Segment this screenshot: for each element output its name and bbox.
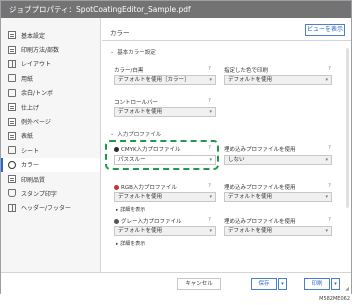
sidebar-item-color[interactable]: カラー <box>1 157 100 173</box>
help-icon[interactable]: ? <box>328 183 331 189</box>
help-icon[interactable]: ? <box>328 145 331 151</box>
resize-grip-icon[interactable]: ◢ <box>345 286 349 292</box>
gray-profile-label: グレー入力プロファイル <box>114 217 182 225</box>
chevron-down-icon: ▾ <box>209 194 212 200</box>
sidebar-item-label: 印刷方法/部数 <box>21 47 60 55</box>
help-icon[interactable]: ? <box>208 217 211 223</box>
rgb-profile-label: RGB入力プロファイル <box>114 183 177 191</box>
sidebar-item-print-quality[interactable]: 印刷品質 <box>1 172 100 186</box>
sidebar-item-label: 用紙 <box>21 75 34 83</box>
gray-embedded-label: 埋め込みプロファイルを使用 <box>224 219 296 225</box>
help-icon[interactable]: ? <box>208 98 211 104</box>
print-quality-icon <box>8 175 16 184</box>
input-profile-section-title[interactable]: ⌄ 入力プロファイル <box>110 130 161 138</box>
sidebar-item-label: レイアウト <box>21 61 52 69</box>
sidebar-item-finishing[interactable]: 仕上げ <box>1 100 100 114</box>
gray-profile-select[interactable]: デフォルトを使用 ▾ <box>114 226 216 236</box>
specified-color-label: 指定した色で印刷 <box>224 68 269 74</box>
exception-page-icon <box>8 117 16 126</box>
sidebar-item-label: 余白/トンボ <box>21 90 54 98</box>
triangle-right-icon: ▸ <box>116 242 119 247</box>
page-title: カラー <box>110 29 130 37</box>
help-icon[interactable]: ? <box>208 66 211 72</box>
finishing-icon <box>8 103 16 112</box>
preview-button[interactable]: ビューを表示 <box>305 24 345 36</box>
sidebar-item-label: ヘッダー/フッター <box>21 205 72 213</box>
sidebar-item-label: 仕上げ <box>21 104 40 112</box>
sidebar-item-stamp[interactable]: スタンプ印字 <box>1 186 100 200</box>
chevron-down-icon: ⌄ <box>110 49 115 55</box>
chevron-down-icon: ▾ <box>209 228 212 234</box>
triangle-right-icon: ▸ <box>116 208 119 213</box>
chevron-down-icon: ▾ <box>325 77 328 83</box>
sidebar-item-sheet[interactable]: シート <box>1 143 100 157</box>
sidebar-item-basic[interactable]: 基本設定 <box>1 28 100 42</box>
main-panel: カラー ビューを表示 ⌄ 基本カラー設定 カラー/白黒 ? デフォルトを使用［カ… <box>102 18 351 272</box>
sidebar-item-label: カラー <box>21 162 40 170</box>
stamp-icon <box>8 189 16 198</box>
sidebar-item-label: 表紙 <box>21 133 34 141</box>
dialog-footer: キャンセル 保存 ▾ 印刷 ▾ ◢ <box>1 272 351 294</box>
chevron-down-icon: ▾ <box>325 157 328 163</box>
sidebar-item-label: スタンプ印字 <box>21 190 57 198</box>
chevron-down-icon: ⌄ <box>110 131 115 137</box>
highlight-frame <box>105 140 219 170</box>
sidebar-item-header-footer[interactable]: ヘッダー/フッター <box>1 201 100 215</box>
sidebar: 基本設定 印刷方法/部数 レイアウト 用紙 余白/トンボ 仕上げ 例外ページ 表… <box>1 18 101 272</box>
print-options-dropdown[interactable]: ▾ <box>331 278 340 290</box>
contrast-label: コントロールバー <box>114 100 159 106</box>
sidebar-item-label: 基本設定 <box>21 32 46 40</box>
paper-icon <box>8 74 16 83</box>
gray-detail-toggle[interactable]: ▸ 詳細を表示 <box>116 240 145 247</box>
sheet-icon <box>8 146 16 155</box>
color-mode-label: カラー/白黒 <box>114 68 144 74</box>
cmyk-embedded-label: 埋め込みプロファイルを使用 <box>224 147 296 153</box>
save-options-dropdown[interactable]: ▾ <box>278 278 287 290</box>
layout-icon <box>8 59 16 68</box>
color-icon <box>8 160 16 169</box>
rgb-detail-toggle[interactable]: ▸ 詳細を表示 <box>116 206 145 213</box>
sidebar-item-exception-page[interactable]: 例外ページ <box>1 114 100 128</box>
print-button[interactable]: 印刷 <box>304 278 330 290</box>
sidebar-item-print-method[interactable]: 印刷方法/部数 <box>1 42 100 56</box>
basic-color-section-title[interactable]: ⌄ 基本カラー設定 <box>110 48 156 56</box>
sidebar-item-cover[interactable]: 表紙 <box>1 129 100 143</box>
chevron-down-icon: ▾ <box>325 194 328 200</box>
sidebar-item-layout[interactable]: レイアウト <box>1 57 100 71</box>
gray-embedded-select[interactable]: デフォルトを使用 ▾ <box>224 226 332 236</box>
help-icon[interactable]: ? <box>208 183 211 189</box>
sidebar-item-paper[interactable]: 用紙 <box>1 71 100 85</box>
rgb-icon <box>114 185 119 190</box>
chevron-down-icon: ▾ <box>325 228 328 234</box>
contrast-select[interactable]: デフォルトを使用 ▾ <box>114 107 216 117</box>
sidebar-item-margin[interactable]: 余白/トンボ <box>1 86 100 100</box>
basic-settings-icon <box>8 31 16 40</box>
job-properties-window: ジョブプロパティ：SpotCoatingEditor_Sample.pdf 基本… <box>0 0 352 294</box>
cmyk-embedded-select[interactable]: しない ▾ <box>224 155 332 165</box>
header-divider <box>102 40 351 41</box>
sidebar-item-label: 印刷品質 <box>21 176 46 184</box>
chevron-down-icon: ▾ <box>209 109 212 115</box>
color-mode-select[interactable]: デフォルトを使用［カラー］ ▾ <box>114 75 216 85</box>
cover-icon <box>8 131 16 140</box>
window-title: ジョブプロパティ：SpotCoatingEditor_Sample.pdf <box>1 1 351 18</box>
sidebar-item-label: 例外ページ <box>21 119 51 127</box>
rgb-embedded-select[interactable]: デフォルトを使用 ▾ <box>224 192 332 202</box>
print-method-icon <box>8 45 16 54</box>
cancel-button[interactable]: キャンセル <box>177 278 221 290</box>
rgb-embedded-label: 埋め込みプロファイルを使用 <box>224 185 296 191</box>
help-icon[interactable]: ? <box>328 66 331 72</box>
chevron-down-icon: ▾ <box>209 77 212 83</box>
specified-color-select[interactable]: デフォルトを使用 ▾ <box>224 75 332 85</box>
margin-icon <box>8 88 16 97</box>
figure-code: M582ME062 <box>319 296 350 302</box>
scrollbar[interactable] <box>346 48 349 208</box>
help-icon[interactable]: ? <box>328 217 331 223</box>
rgb-profile-select[interactable]: デフォルトを使用 ▾ <box>114 192 216 202</box>
save-button[interactable]: 保存 <box>251 278 277 290</box>
gray-icon <box>114 219 119 224</box>
sidebar-item-label: シート <box>21 147 40 155</box>
header-footer-icon <box>8 203 16 212</box>
